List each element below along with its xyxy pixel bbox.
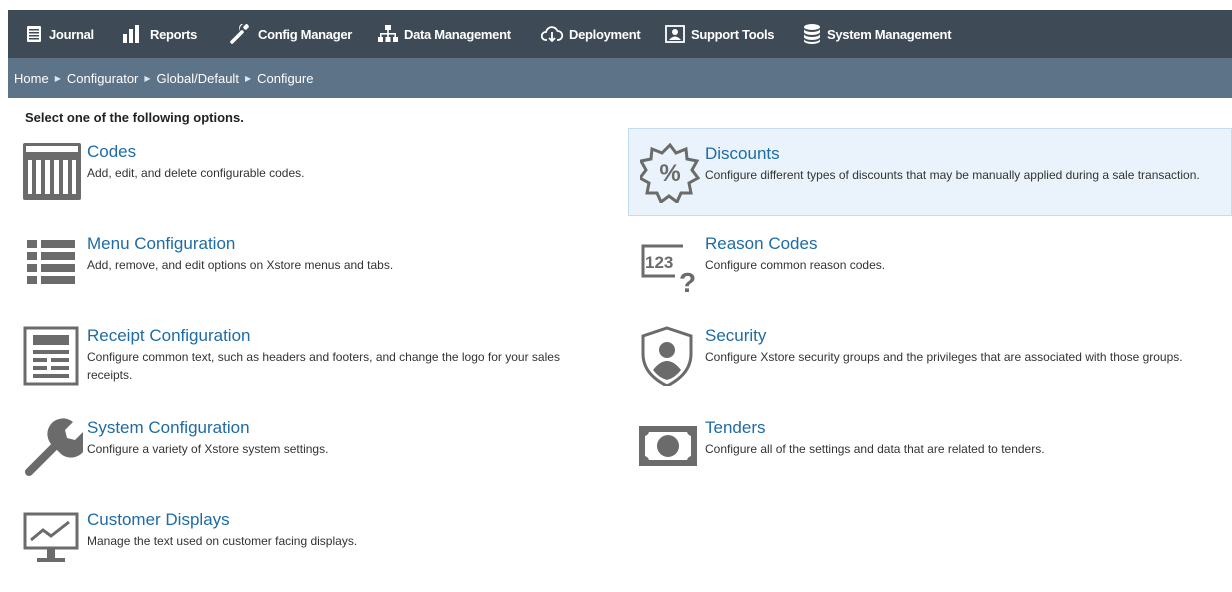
option-discounts[interactable]: % Discounts Configure different types of…: [628, 128, 1232, 216]
page-instructions: Select one of the following options.: [25, 110, 244, 125]
journal-icon: [27, 26, 41, 42]
nav-support-tools[interactable]: Support Tools: [665, 10, 775, 58]
nav-config-manager-label: Config Manager: [258, 26, 353, 42]
wrench-icon: [25, 418, 83, 476]
option-description: Configure all of the settings and data t…: [705, 442, 1045, 456]
option-system-configuration[interactable]: System Configuration Configure a variety…: [23, 418, 623, 498]
breadcrumb-configurator[interactable]: Configurator: [67, 71, 139, 86]
nav-journal-label: Journal: [49, 26, 94, 42]
option-description: Configure common text, such as headers a…: [87, 350, 560, 382]
option-title[interactable]: Security: [705, 326, 766, 346]
option-security[interactable]: Security Configure Xstore security group…: [641, 326, 1232, 406]
reason-code-digits: 123: [645, 253, 673, 272]
option-receipt-configuration[interactable]: Receipt Configuration Configure common t…: [23, 326, 623, 406]
menu-list-icon: [27, 240, 75, 284]
option-tenders[interactable]: Tenders Configure all of the settings an…: [639, 418, 1232, 498]
nav-system-management-label: System Management: [827, 26, 952, 42]
nav-reports-label: Reports: [150, 26, 198, 42]
option-description: Configure different types of discounts t…: [705, 168, 1200, 182]
question-mark-glyph: ?: [679, 267, 696, 294]
option-description: Configure Xstore security groups and the…: [705, 350, 1183, 364]
option-title[interactable]: Customer Displays: [87, 510, 230, 530]
option-description: Configure a variety of Xstore system set…: [87, 442, 329, 456]
option-title[interactable]: Tenders: [705, 418, 765, 438]
option-description: Add, edit, and delete configurable codes…: [87, 166, 305, 180]
monitor-icon: [23, 512, 79, 562]
banknote-icon: [639, 426, 697, 466]
receipt-icon: [23, 326, 79, 386]
nav-support-tools-label: Support Tools: [691, 26, 775, 42]
breadcrumb-separator-icon: ▶: [144, 73, 151, 83]
database-icon: [804, 24, 820, 44]
option-title[interactable]: Codes: [87, 142, 136, 162]
breadcrumb-global-default[interactable]: Global/Default: [157, 71, 239, 86]
breadcrumb-current: Configure: [257, 70, 314, 86]
nav-system-management[interactable]: System Management: [803, 10, 952, 58]
nav-reports[interactable]: Reports: [122, 10, 197, 58]
top-nav-bar: Journal Reports Config Manager Data Mana…: [8, 10, 1232, 58]
nav-config-manager[interactable]: Config Manager: [230, 10, 352, 58]
option-title[interactable]: Discounts: [705, 144, 780, 164]
option-menu-configuration[interactable]: Menu Configuration Add, remove, and edit…: [23, 234, 623, 314]
option-title[interactable]: Reason Codes: [705, 234, 817, 254]
breadcrumb-separator-icon: ▶: [244, 73, 252, 83]
breadcrumb-separator-icon: ▶: [54, 73, 61, 83]
option-description: Configure common reason codes.: [705, 258, 886, 272]
nav-data-management[interactable]: Data Management: [378, 10, 511, 58]
nav-deployment-label: Deployment: [569, 26, 641, 42]
option-title[interactable]: Menu Configuration: [87, 234, 235, 254]
wrench-icon: [230, 24, 249, 44]
shield-user-icon: [641, 326, 693, 386]
nav-data-management-label: Data Management: [404, 26, 511, 42]
option-title[interactable]: Receipt Configuration: [87, 326, 250, 346]
option-reason-codes[interactable]: 123 ? Reason Codes Configure common reas…: [639, 234, 1232, 314]
option-description: Add, remove, and edit options on Xstore …: [87, 258, 394, 272]
breadcrumb-home[interactable]: Home: [14, 71, 49, 86]
option-title[interactable]: System Configuration: [87, 418, 250, 438]
hierarchy-icon: [378, 25, 398, 42]
option-codes[interactable]: Codes Add, edit, and delete configurable…: [23, 142, 623, 222]
nav-journal[interactable]: Journal: [25, 10, 94, 58]
bar-chart-icon: [123, 25, 139, 43]
percent-glyph: %: [659, 160, 680, 187]
percent-badge-icon: %: [640, 143, 700, 203]
option-customer-displays[interactable]: Customer Displays Manage the text used o…: [23, 510, 623, 590]
option-description: Manage the text used on customer facing …: [87, 534, 358, 548]
nav-deployment[interactable]: Deployment: [541, 10, 641, 58]
reason-code-icon: 123 ?: [641, 244, 696, 294]
cloud-download-icon: [541, 26, 563, 43]
support-user-icon: [665, 25, 685, 43]
barcode-icon: [23, 143, 81, 200]
breadcrumb: Home ▶ Configurator ▶ Global/Default ▶ C…: [8, 58, 1232, 98]
